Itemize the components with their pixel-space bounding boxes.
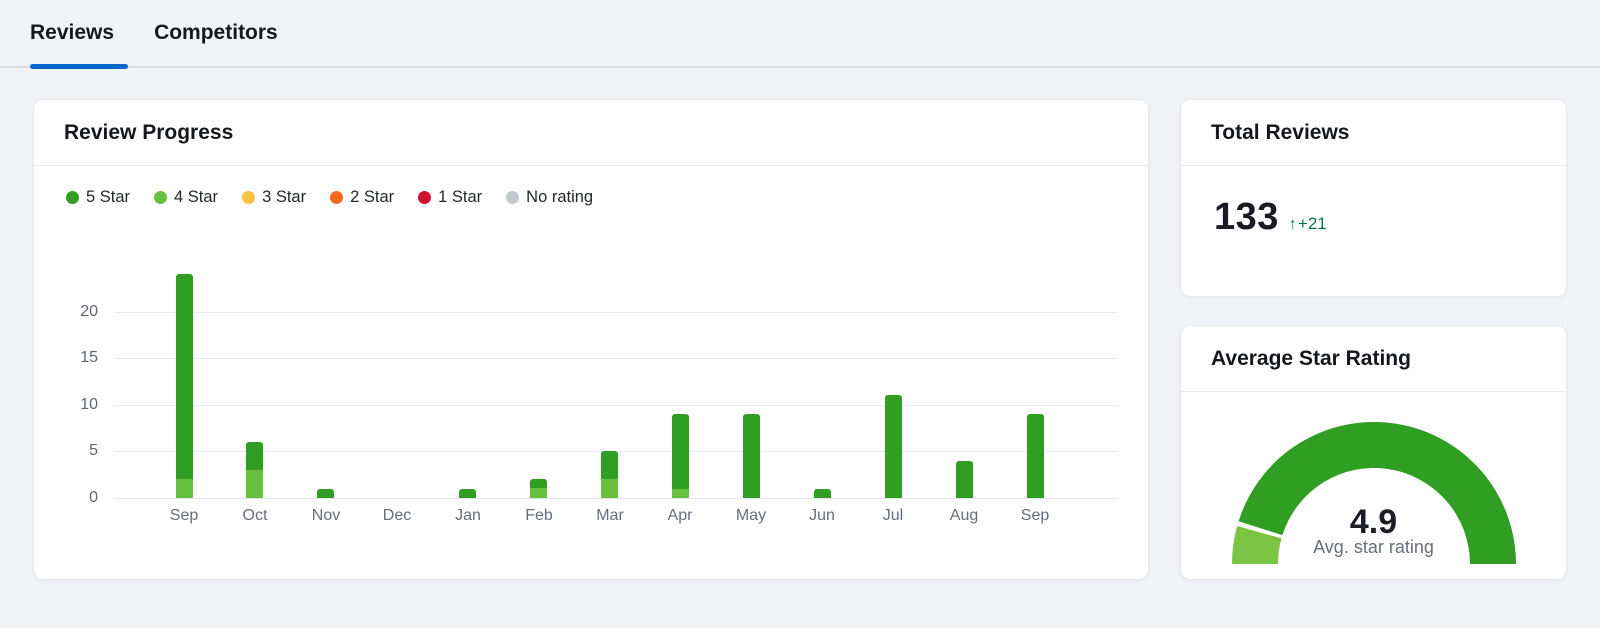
chart-bar-jun-9 [814, 489, 831, 498]
gridline [114, 358, 1118, 359]
tab-bar: Reviews Competitors [0, 0, 1600, 68]
x-axis-label: Oct [220, 506, 290, 526]
bar-segment-5-star [459, 489, 476, 498]
x-axis-label: May [716, 506, 786, 526]
bar-segment-5-star [1027, 414, 1044, 498]
chart-bar-oct-1 [246, 442, 263, 498]
total-reviews-title: Total Reviews [1211, 121, 1350, 145]
total-reviews-value: 133 [1214, 196, 1279, 239]
y-axis-label: 20 [52, 302, 98, 322]
x-axis-label: Feb [504, 506, 574, 526]
review-progress-card: Review Progress 5 Star4 Star3 Star2 Star… [33, 99, 1149, 580]
x-axis-label: Apr [645, 506, 715, 526]
average-star-rating-card: Average Star Rating 4.9 Avg. star rating [1180, 325, 1567, 580]
y-axis-label: 0 [52, 488, 98, 508]
bar-segment-5-star [672, 414, 689, 489]
bar-segment-5-star [317, 489, 334, 498]
review-progress-bar-chart: 05101520SepOctNovDecJanFebMarAprMayJunJu… [34, 100, 1148, 579]
up-arrow-icon: ↑ [1289, 216, 1297, 234]
average-star-rating-title: Average Star Rating [1211, 347, 1411, 371]
chart-bar-apr-7 [672, 414, 689, 498]
y-axis-label: 5 [52, 441, 98, 461]
y-axis-label: 10 [52, 395, 98, 415]
bar-segment-5-star [743, 414, 760, 498]
total-reviews-header: Total Reviews [1181, 100, 1566, 166]
chart-bar-sep-12 [1027, 414, 1044, 498]
gridline [114, 405, 1118, 406]
total-reviews-card: Total Reviews 133 ↑ +21 [1180, 99, 1567, 297]
average-rating-caption: Avg. star rating [1181, 537, 1566, 558]
bar-segment-5-star [601, 451, 618, 479]
x-axis-label: Jul [858, 506, 928, 526]
chart-bar-jan-4 [459, 489, 476, 498]
chart-bar-mar-6 [601, 451, 618, 498]
bar-segment-5-star [176, 274, 193, 479]
chart-bar-aug-11 [956, 461, 973, 498]
chart-bar-nov-2 [317, 489, 334, 498]
bar-segment-4-star [176, 479, 193, 498]
x-axis-label: Jun [787, 506, 857, 526]
bar-segment-5-star [814, 489, 831, 498]
chart-bar-jul-10 [885, 395, 902, 498]
bar-segment-5-star [530, 479, 547, 488]
bar-segment-5-star [956, 461, 973, 498]
bar-segment-4-star [530, 488, 547, 498]
bar-segment-4-star [246, 470, 263, 498]
chart-bar-feb-5 [530, 479, 547, 498]
chart-bar-may-8 [743, 414, 760, 498]
bar-segment-5-star [246, 442, 263, 470]
active-tab-underline [30, 64, 128, 69]
x-axis-label: Sep [1000, 506, 1070, 526]
x-axis-label: Jan [433, 506, 503, 526]
tab-competitors-label: Competitors [154, 21, 278, 45]
y-axis-label: 15 [52, 348, 98, 368]
chart-bar-sep-0 [176, 274, 193, 498]
x-axis-label: Nov [291, 506, 361, 526]
tab-reviews-label: Reviews [30, 21, 114, 45]
total-reviews-delta: ↑ +21 [1289, 214, 1327, 234]
total-reviews-body: 133 ↑ +21 [1214, 196, 1327, 239]
gridline [114, 498, 1118, 499]
gridline [114, 312, 1118, 313]
tab-reviews[interactable]: Reviews [30, 0, 128, 67]
x-axis-label: Aug [929, 506, 999, 526]
x-axis-label: Dec [362, 506, 432, 526]
bar-segment-5-star [885, 395, 902, 498]
x-axis-label: Sep [149, 506, 219, 526]
bar-segment-4-star [601, 479, 618, 498]
tab-competitors[interactable]: Competitors [154, 0, 278, 67]
x-axis-label: Mar [575, 506, 645, 526]
bar-segment-4-star [672, 489, 689, 498]
average-star-rating-header: Average Star Rating [1181, 326, 1566, 392]
total-reviews-delta-value: +21 [1298, 214, 1327, 234]
